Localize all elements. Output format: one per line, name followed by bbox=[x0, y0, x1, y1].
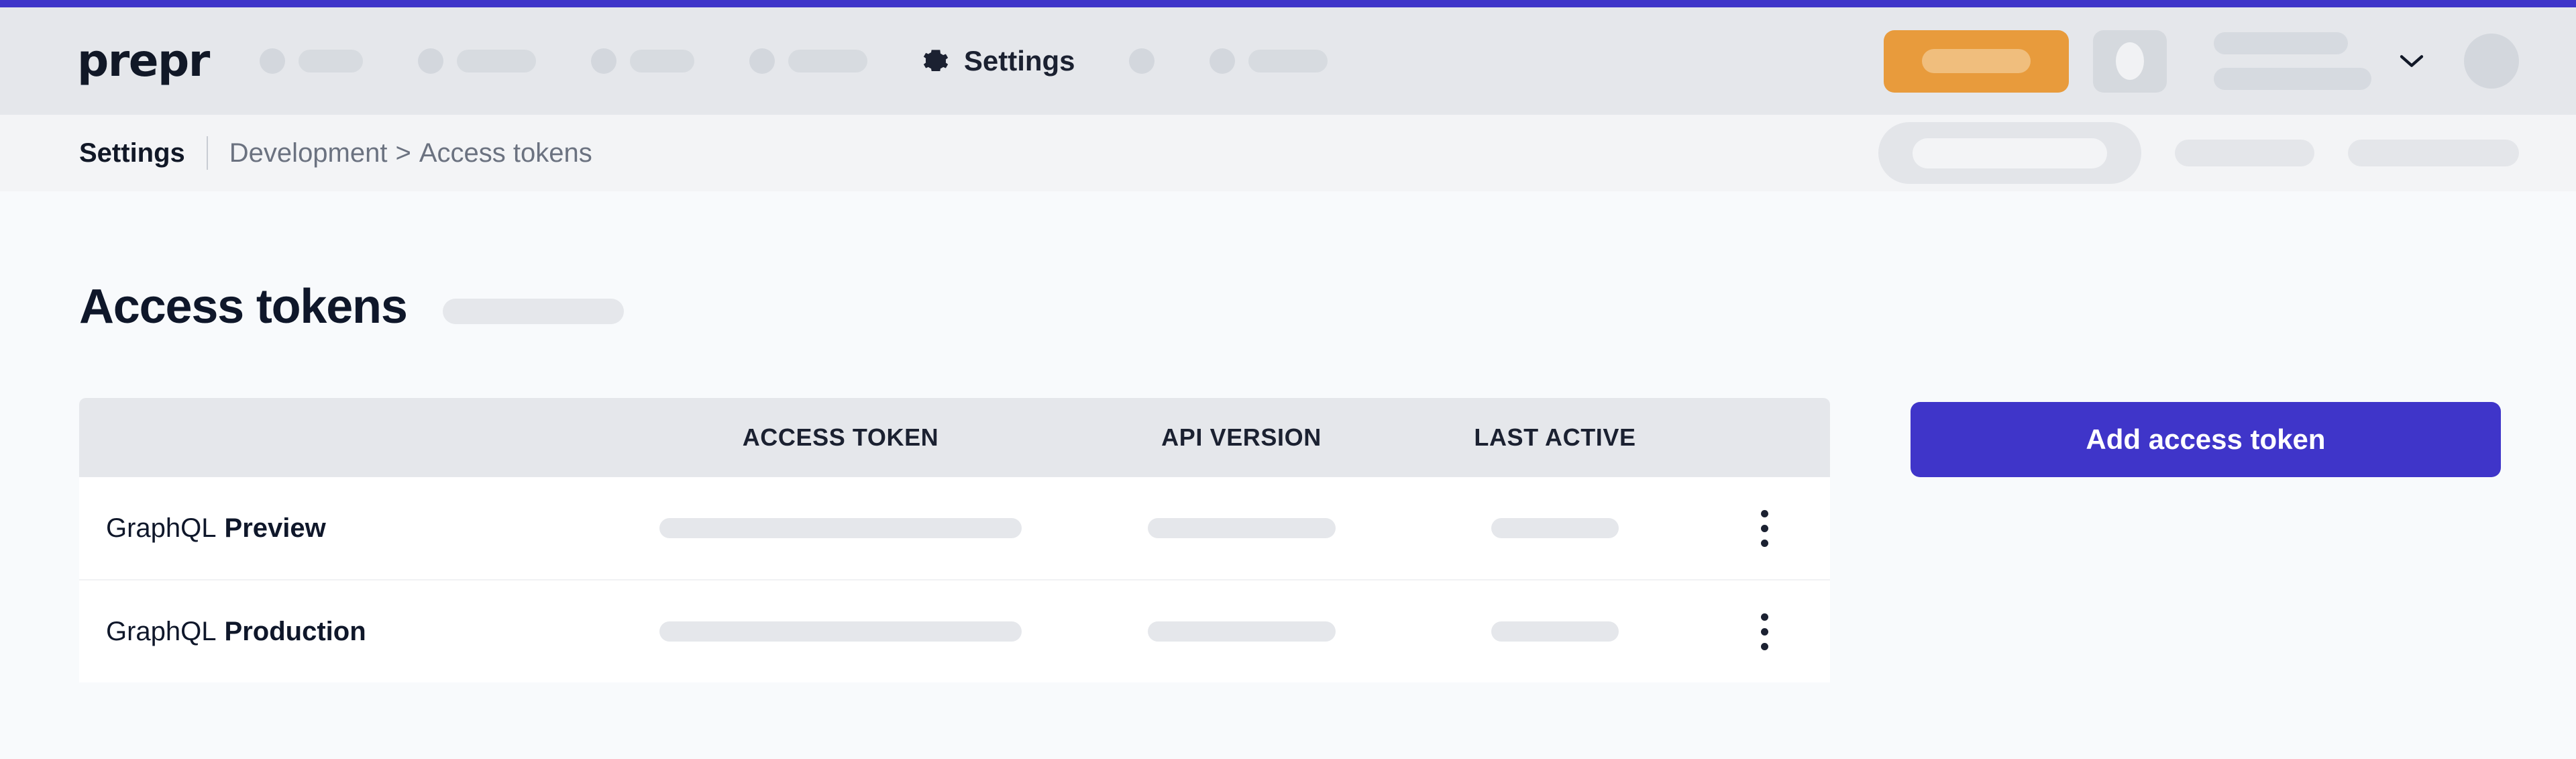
breadcrumb-divider bbox=[206, 136, 208, 170]
gear-icon bbox=[922, 48, 949, 74]
page-title: Access tokens bbox=[79, 280, 408, 334]
token-environment-label: Production bbox=[224, 616, 366, 646]
subheader-action-placeholder-2[interactable] bbox=[2348, 140, 2519, 166]
cell-row-actions bbox=[1699, 509, 1830, 547]
nav-label-placeholder bbox=[456, 50, 536, 72]
nav-icon-placeholder bbox=[1128, 48, 1155, 74]
nav-item-placeholder-4[interactable] bbox=[749, 48, 867, 74]
primary-action-button-placeholder[interactable] bbox=[1884, 30, 2069, 93]
token-service-label: GraphQL bbox=[106, 513, 217, 543]
page-subtitle-placeholder bbox=[442, 299, 624, 325]
subheader-action-placeholder-1[interactable] bbox=[2175, 140, 2314, 166]
nav-label-placeholder bbox=[298, 50, 363, 72]
avatar[interactable] bbox=[2464, 34, 2519, 89]
column-header-last-active: LAST ACTIVE bbox=[1474, 423, 1636, 452]
cell-last-active bbox=[1411, 621, 1699, 642]
last-active-value-placeholder bbox=[1491, 518, 1619, 539]
nav-label-placeholder bbox=[1248, 50, 1328, 72]
cell-api-version bbox=[1072, 621, 1411, 642]
cell-last-active bbox=[1411, 518, 1699, 539]
breadcrumb-section-title: Settings bbox=[79, 138, 185, 168]
token-service-label: GraphQL bbox=[106, 616, 217, 646]
nav-item-settings[interactable]: Settings bbox=[922, 45, 1075, 77]
kebab-menu-icon[interactable] bbox=[1761, 613, 1768, 650]
table-row[interactable]: GraphQL Production bbox=[79, 580, 1830, 683]
breadcrumb-separator-icon: > bbox=[395, 138, 411, 168]
nav-icon-placeholder bbox=[749, 48, 775, 74]
chevron-down-icon[interactable] bbox=[2398, 52, 2425, 70]
nav-icon-placeholder bbox=[1209, 48, 1235, 74]
search-input-placeholder bbox=[1913, 138, 2107, 168]
content-body: ACCESS TOKEN API VERSION LAST ACTIVE Gra… bbox=[79, 398, 2576, 683]
cell-access-token bbox=[609, 518, 1072, 539]
brand-logo[interactable]: prepr bbox=[77, 39, 210, 83]
page-title-row: Access tokens bbox=[79, 191, 2576, 398]
token-environment-label: Preview bbox=[224, 513, 326, 543]
kebab-menu-icon[interactable] bbox=[1761, 509, 1768, 547]
user-name-placeholder bbox=[2214, 32, 2348, 54]
nav-icon-placeholder bbox=[259, 48, 285, 74]
button-label-placeholder bbox=[1922, 49, 2031, 73]
app-header: prepr Settings bbox=[0, 7, 2576, 115]
primary-nav: Settings bbox=[259, 45, 1884, 77]
subheader: Settings Development > Access tokens bbox=[0, 115, 2576, 191]
cell-access-token bbox=[609, 621, 1072, 642]
cell-row-actions bbox=[1699, 613, 1830, 650]
search-field-placeholder[interactable] bbox=[1878, 122, 2141, 184]
cell-token-name: GraphQL Production bbox=[79, 617, 609, 647]
nav-item-settings-label: Settings bbox=[963, 45, 1075, 77]
access-token-value-placeholder bbox=[659, 621, 1022, 642]
icon-button-placeholder[interactable] bbox=[2093, 30, 2167, 93]
cell-token-name: GraphQL Preview bbox=[79, 513, 609, 544]
subheader-actions bbox=[1878, 122, 2519, 184]
nav-label-placeholder bbox=[629, 50, 694, 72]
column-header-access-token: ACCESS TOKEN bbox=[742, 423, 939, 452]
nav-icon-placeholder bbox=[417, 48, 443, 74]
main-content: Access tokens ACCESS TOKEN API VERSION L… bbox=[0, 191, 2576, 683]
access-tokens-table: ACCESS TOKEN API VERSION LAST ACTIVE Gra… bbox=[79, 398, 1830, 683]
column-header-api-version: API VERSION bbox=[1161, 423, 1322, 452]
nav-item-placeholder-3[interactable] bbox=[590, 48, 694, 74]
breadcrumb: Development > Access tokens bbox=[229, 138, 592, 168]
nav-icon-placeholder bbox=[590, 48, 616, 74]
access-token-value-placeholder bbox=[659, 518, 1022, 539]
nav-item-placeholder-2[interactable] bbox=[417, 48, 536, 74]
nav-item-placeholder-6[interactable] bbox=[1209, 48, 1328, 74]
api-version-value-placeholder bbox=[1147, 621, 1336, 642]
table-row[interactable]: GraphQL Preview bbox=[79, 477, 1830, 581]
add-access-token-button[interactable]: Add access token bbox=[1911, 402, 2501, 478]
nav-item-placeholder-5[interactable] bbox=[1128, 48, 1155, 74]
cell-api-version bbox=[1072, 518, 1411, 539]
add-token-area: Add access token bbox=[1911, 398, 2501, 478]
top-accent-bar bbox=[0, 0, 2576, 7]
user-org-placeholder bbox=[2214, 68, 2371, 90]
table-header-row: ACCESS TOKEN API VERSION LAST ACTIVE bbox=[79, 398, 1830, 478]
breadcrumb-parent[interactable]: Development bbox=[229, 138, 388, 168]
nav-label-placeholder bbox=[788, 50, 867, 72]
breadcrumb-current: Access tokens bbox=[419, 138, 592, 168]
icon-glyph-placeholder bbox=[2116, 42, 2144, 80]
user-info-placeholder[interactable] bbox=[2214, 32, 2371, 90]
api-version-value-placeholder bbox=[1147, 518, 1336, 539]
last-active-value-placeholder bbox=[1491, 621, 1619, 642]
nav-item-placeholder-1[interactable] bbox=[259, 48, 363, 74]
header-actions bbox=[1884, 30, 2519, 93]
